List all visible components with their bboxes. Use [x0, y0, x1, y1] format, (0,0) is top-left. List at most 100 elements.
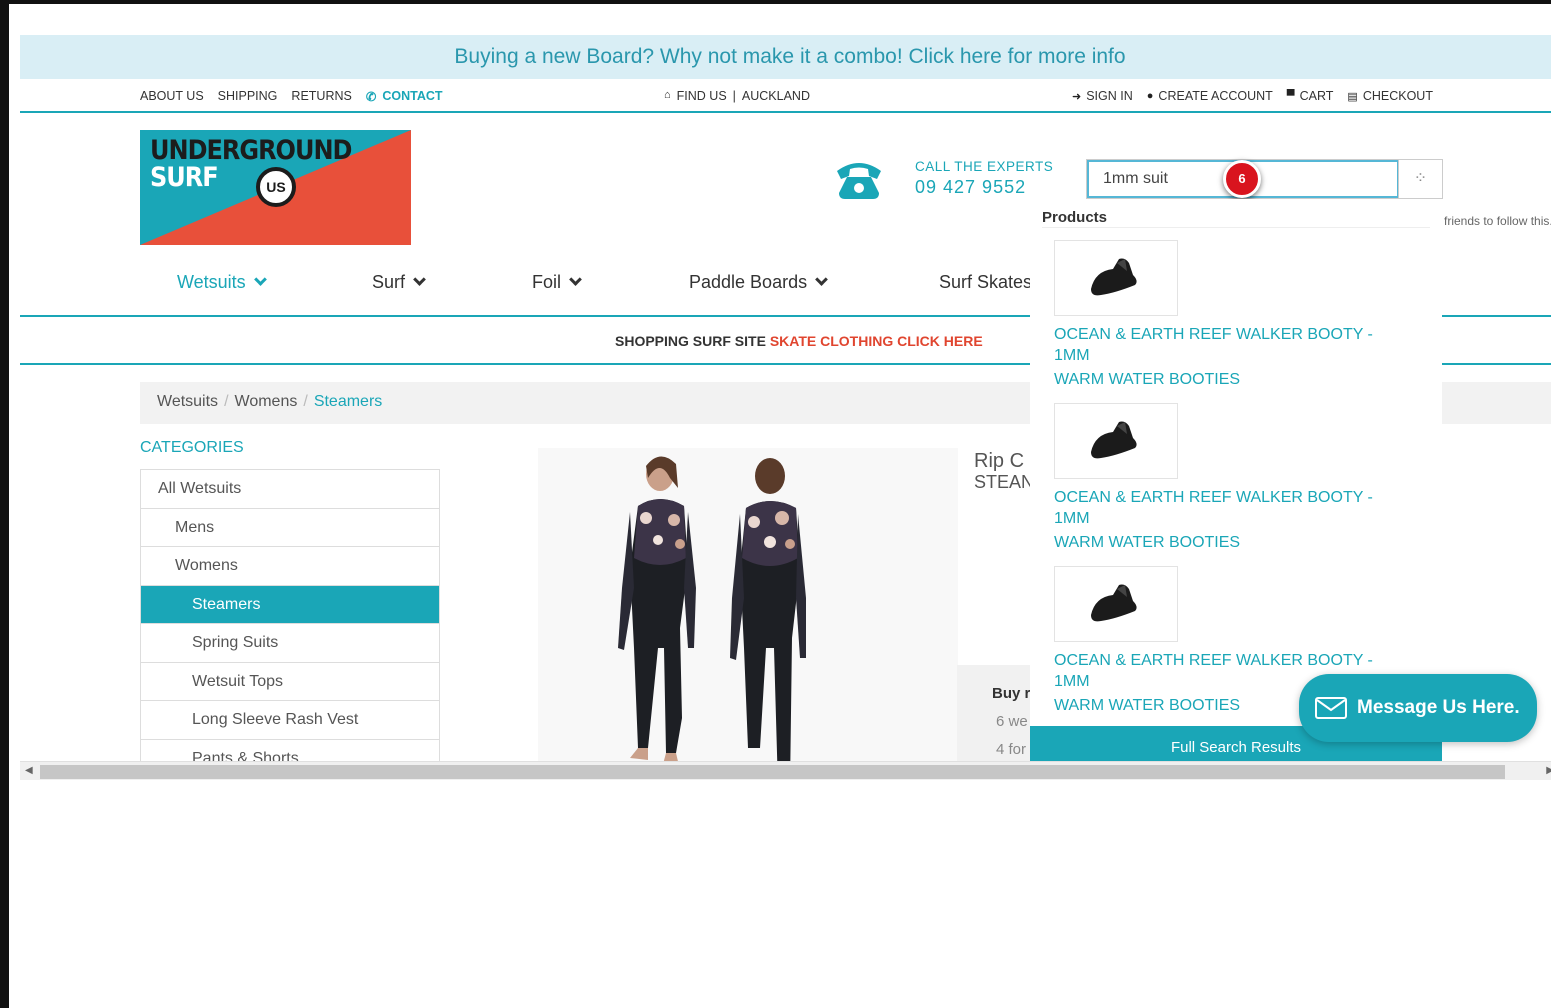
telephone-icon	[833, 157, 885, 206]
category-mens[interactable]: Mens	[141, 509, 439, 547]
breadcrumb-wetsuits[interactable]: Wetsuits	[157, 393, 218, 410]
cart-label: CART	[1299, 89, 1334, 103]
call-number[interactable]: 09 427 9552	[915, 177, 1053, 198]
chevron-down-icon	[413, 273, 426, 286]
result-name-line1: OCEAN & EARTH REEF WALKER BOOTY -	[1054, 326, 1373, 343]
friends-follow-text: friends to follow this.	[1444, 214, 1551, 228]
nav-surf[interactable]: Surf	[372, 272, 426, 293]
search-result[interactable]: OCEAN & EARTH REEF WALKER BOOTY - 1MM WAR…	[1054, 240, 1424, 389]
buy-option-2: 4 for	[996, 741, 1027, 758]
nav-surf-skates-label: Surf Skates	[939, 272, 1033, 292]
site-logo[interactable]: UNDERGROUND SURF US	[140, 130, 411, 245]
location-link[interactable]: AUCKLAND	[742, 89, 810, 103]
model-back	[730, 458, 806, 780]
card-icon: ▤	[1347, 90, 1358, 103]
sign-in-icon: ➜	[1072, 90, 1082, 103]
message-us-label: Message Us Here.	[1357, 697, 1520, 718]
category-wetsuit-tops[interactable]: Wetsuit Tops	[141, 663, 439, 701]
product-title-line2: STEAN	[974, 472, 1035, 492]
call-label: CALL THE EXPERTS	[915, 159, 1054, 174]
call-experts: CALL THE EXPERTS 09 427 9552	[915, 159, 1053, 198]
cart-icon: ▀	[1286, 90, 1295, 102]
create-account-link[interactable]: ● CREATE ACCOUNT	[1147, 89, 1273, 103]
result-name[interactable]: OCEAN & EARTH REEF WALKER BOOTY - 1MM	[1054, 487, 1424, 529]
scroll-right-icon[interactable]: ▶	[1546, 765, 1551, 776]
shipping-link[interactable]: SHIPPING	[218, 89, 278, 104]
product-image[interactable]	[538, 448, 958, 780]
contact-link[interactable]: ✆ CONTACT	[366, 89, 443, 104]
result-thumbnail[interactable]	[1054, 240, 1178, 316]
result-name-line2: 1MM	[1054, 673, 1090, 690]
scrollbar-thumb[interactable]	[40, 765, 1505, 779]
skate-clothing-link[interactable]: SKATE CLOTHING CLICK HERE	[770, 333, 983, 349]
result-name-line1: OCEAN & EARTH REEF WALKER BOOTY -	[1054, 652, 1373, 669]
logo-badge: US	[256, 167, 296, 207]
category-spring-suits[interactable]: Spring Suits	[141, 624, 439, 663]
categories-list: All Wetsuits Mens Womens Steamers Spring…	[140, 469, 440, 779]
breadcrumb-separator: /	[224, 393, 229, 410]
category-all-wetsuits[interactable]: All Wetsuits	[141, 470, 439, 509]
chevron-down-icon	[253, 273, 267, 286]
checkout-label: CHECKOUT	[1362, 89, 1433, 103]
breadcrumb-steamers[interactable]: Steamers	[314, 393, 382, 410]
breadcrumb-womens[interactable]: Womens	[235, 393, 298, 410]
result-name-line1: OCEAN & EARTH REEF WALKER BOOTY -	[1054, 489, 1373, 506]
contact-label: CONTACT	[382, 89, 443, 103]
nav-surf-label: Surf	[372, 272, 406, 292]
home-icon: ⌂	[664, 89, 671, 101]
about-us-link[interactable]: ABOUT US	[140, 89, 204, 104]
create-account-label: CREATE ACCOUNT	[1158, 89, 1273, 103]
chevron-down-icon	[569, 273, 582, 286]
nav-surf-skates[interactable]: Surf Skates	[939, 272, 1032, 293]
chevron-down-icon	[815, 273, 828, 286]
nav-wetsuits[interactable]: Wetsuits	[177, 272, 267, 293]
sign-in-link[interactable]: ➜ SIGN IN	[1072, 89, 1133, 103]
category-womens[interactable]: Womens	[141, 547, 439, 586]
divider: |	[732, 89, 736, 103]
cart-link[interactable]: ▀ CART	[1287, 89, 1334, 103]
browser-viewport: Buying a new Board? Why not make it a co…	[20, 35, 1551, 780]
nav-paddle-boards-label: Paddle Boards	[689, 272, 808, 292]
user-icon: ●	[1146, 90, 1154, 102]
horizontal-scrollbar[interactable]: ◀ ▶	[20, 761, 1551, 780]
result-thumbnail[interactable]	[1054, 403, 1178, 479]
model-front	[618, 456, 696, 770]
phone-small-icon: ✆	[365, 90, 377, 104]
category-long-sleeve-rash-vest[interactable]: Long Sleeve Rash Vest	[141, 701, 439, 740]
returns-link[interactable]: RETURNS	[291, 89, 351, 104]
category-steamers[interactable]: Steamers	[141, 585, 439, 624]
result-name-line2: 1MM	[1054, 510, 1090, 527]
promo-banner[interactable]: Buying a new Board? Why not make it a co…	[20, 35, 1551, 79]
breadcrumb-separator: /	[303, 393, 308, 410]
message-us-button[interactable]: Message Us Here.	[1299, 674, 1537, 742]
nav-paddle-boards[interactable]: Paddle Boards	[689, 272, 828, 293]
result-name[interactable]: OCEAN & EARTH REEF WALKER BOOTY - 1MM	[1054, 324, 1424, 366]
categories-title: CATEGORIES	[140, 439, 244, 456]
result-name-line2: 1MM	[1054, 347, 1090, 364]
sub-banner-lead: SHOPPING SURF SITE	[615, 333, 766, 349]
loading-spinner-icon[interactable]: ⁘	[1398, 160, 1442, 198]
nav-wetsuits-label: Wetsuits	[177, 272, 246, 292]
dropdown-heading: Products	[1042, 209, 1108, 226]
top-bar: ABOUT US SHIPPING RETURNS ✆ CONTACT ⌂ FIN…	[20, 79, 1551, 113]
buy-option-1: 6 we	[996, 713, 1028, 730]
result-category[interactable]: WARM WATER BOOTIES	[1054, 371, 1424, 389]
product-title-line1: Rip C	[974, 450, 1025, 472]
product-title: Rip C STEAN	[974, 451, 1034, 493]
envelope-icon	[1315, 697, 1347, 719]
result-category[interactable]: WARM WATER BOOTIES	[1054, 534, 1424, 552]
nav-foil[interactable]: Foil	[532, 272, 582, 293]
result-thumbnail[interactable]	[1054, 566, 1178, 642]
checkout-link[interactable]: ▤ CHECKOUT	[1347, 89, 1433, 103]
find-us-link[interactable]: FIND US	[677, 89, 727, 103]
search-box: ⁘	[1086, 159, 1443, 199]
step-marker: 6	[1223, 160, 1261, 198]
logo-line2: SURF	[150, 161, 219, 193]
dropdown-divider	[1042, 227, 1430, 228]
buy-heading: Buy r	[992, 685, 1031, 702]
search-result[interactable]: OCEAN & EARTH REEF WALKER BOOTY - 1MM WAR…	[1054, 403, 1424, 552]
scroll-left-icon[interactable]: ◀	[25, 765, 33, 776]
window-frame: Buying a new Board? Why not make it a co…	[0, 0, 1551, 1008]
sign-in-label: SIGN IN	[1086, 89, 1133, 103]
nav-foil-label: Foil	[532, 272, 562, 292]
